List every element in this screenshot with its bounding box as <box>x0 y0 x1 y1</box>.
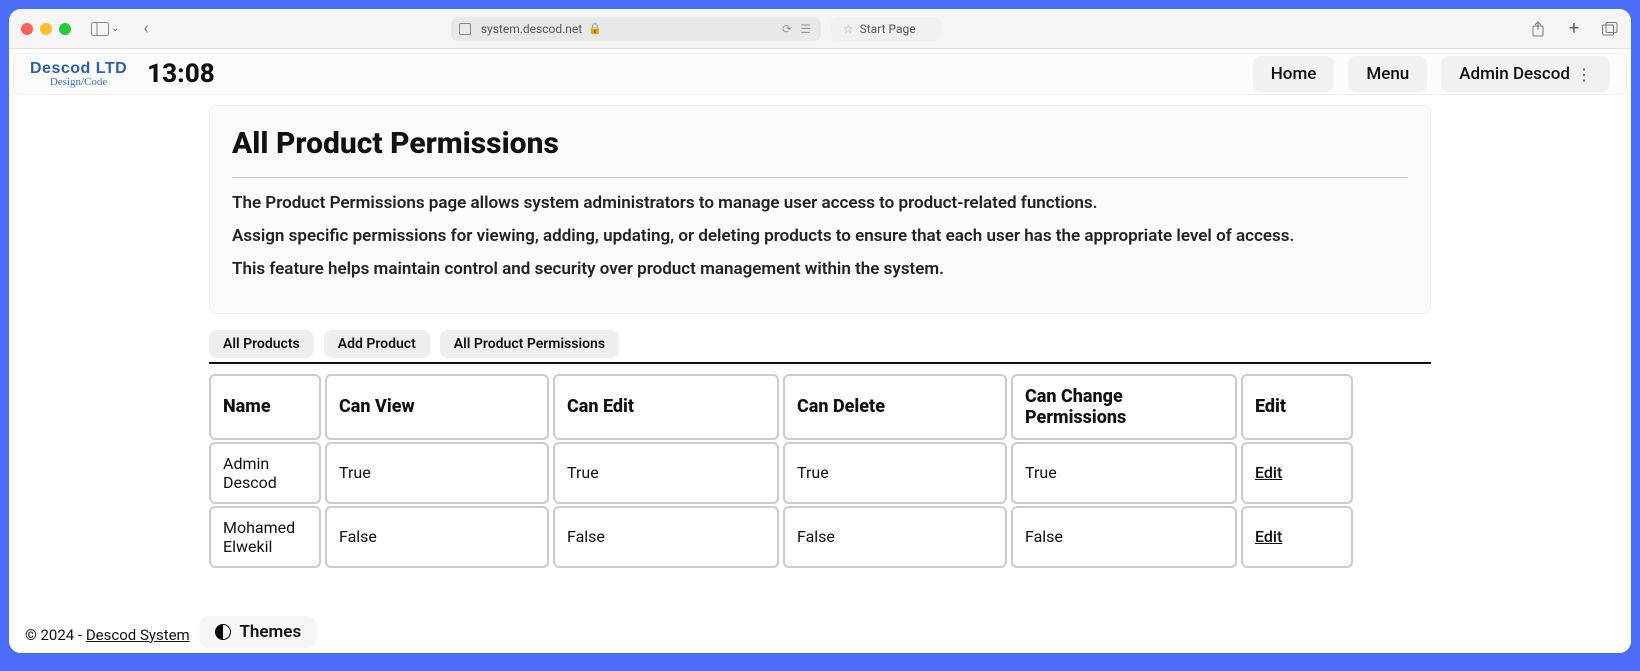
table-row: Admin Descod True True True True Edit <box>209 442 1431 504</box>
browser-toolbar: ⌄ ‹ system.descod.net 🔒 ⟳ ☰ ☆ Start Page <box>9 9 1631 49</box>
refresh-icon[interactable]: ⟳ <box>782 22 792 36</box>
share-icon[interactable] <box>1529 20 1547 38</box>
start-page-tab[interactable]: ☆ Start Page <box>831 17 941 41</box>
nav-user[interactable]: Admin Descod ⋮ <box>1441 56 1610 92</box>
back-button[interactable]: ‹ <box>139 17 152 41</box>
edit-link[interactable]: Edit <box>1255 527 1282 546</box>
nav-home[interactable]: Home <box>1253 56 1335 92</box>
tab-divider <box>209 362 1431 364</box>
intro-paragraph-1: The Product Permissions page allows syst… <box>232 192 1408 215</box>
intro-paragraph-3: This feature helps maintain control and … <box>232 258 1408 281</box>
themes-label: Themes <box>239 622 301 642</box>
chevron-down-icon: ⌄ <box>111 23 119 34</box>
new-tab-icon[interactable]: + <box>1565 20 1583 38</box>
url-text: system.descod.net <box>481 22 582 36</box>
col-action: Edit <box>1241 374 1353 440</box>
intro-paragraph-2: Assign specific permissions for viewing,… <box>232 225 1408 248</box>
cell-change: True <box>1011 442 1237 504</box>
cell-view: True <box>325 442 549 504</box>
col-edit: Can Edit <box>553 374 779 440</box>
close-window-icon[interactable] <box>21 23 33 35</box>
table-header-row: Name Can View Can Edit Can Delete Can Ch… <box>209 374 1431 440</box>
col-delete: Can Delete <box>783 374 1007 440</box>
permissions-table: Name Can View Can Edit Can Delete Can Ch… <box>209 374 1431 568</box>
logo[interactable]: Descod LTD Design/Code <box>30 61 127 88</box>
more-icon: ⋮ <box>1576 65 1592 84</box>
maximize-window-icon[interactable] <box>59 23 71 35</box>
col-name: Name <box>209 374 321 440</box>
cell-name: Admin Descod <box>209 442 321 504</box>
themes-button[interactable]: Themes <box>199 616 317 648</box>
tab-overview-icon[interactable] <box>1601 20 1619 38</box>
theme-icon <box>215 624 231 640</box>
tab-add-product[interactable]: Add Product <box>324 330 430 358</box>
nav-menu[interactable]: Menu <box>1348 56 1427 92</box>
divider <box>232 177 1408 178</box>
window-controls <box>21 23 71 35</box>
tab-all-products[interactable]: All Products <box>209 330 314 358</box>
logo-title: Descod LTD <box>30 61 127 77</box>
footer-copy: © 2024 - <box>25 626 86 644</box>
clock: 13:08 <box>147 59 215 89</box>
col-view: Can View <box>325 374 549 440</box>
nav-user-label: Admin Descod <box>1459 64 1570 84</box>
col-change: Can Change Permissions <box>1011 374 1237 440</box>
cell-delete: False <box>783 506 1007 568</box>
logo-subtitle: Design/Code <box>30 77 127 88</box>
address-bar[interactable]: system.descod.net 🔒 ⟳ ☰ <box>451 17 821 41</box>
sidebar-toggle-icon[interactable]: ⌄ <box>87 17 123 41</box>
app-header: Descod LTD Design/Code 13:08 Home Menu A… <box>13 53 1627 95</box>
lock-icon: 🔒 <box>588 22 602 35</box>
intro-panel: All Product Permissions The Product Perm… <box>209 105 1431 314</box>
minimize-window-icon[interactable] <box>40 23 52 35</box>
cell-action: Edit <box>1241 442 1353 504</box>
edit-link[interactable]: Edit <box>1255 463 1282 482</box>
tab-all-permissions[interactable]: All Product Permissions <box>440 330 619 358</box>
page-title: All Product Permissions <box>232 126 1408 161</box>
cell-edit: False <box>553 506 779 568</box>
cell-delete: True <box>783 442 1007 504</box>
table-row: Mohamed Elwekil False False False False … <box>209 506 1431 568</box>
cell-edit: True <box>553 442 779 504</box>
start-page-label: Start Page <box>860 22 916 36</box>
site-settings-icon[interactable] <box>459 23 471 35</box>
tab-row: All Products Add Product All Product Per… <box>209 330 1431 358</box>
footer: © 2024 - Descod System Themes <box>9 568 1631 648</box>
cell-change: False <box>1011 506 1237 568</box>
star-icon: ☆ <box>843 22 854 36</box>
cell-name: Mohamed Elwekil <box>209 506 321 568</box>
cell-view: False <box>325 506 549 568</box>
cell-action: Edit <box>1241 506 1353 568</box>
footer-link[interactable]: Descod System <box>86 626 190 644</box>
reader-icon[interactable]: ☰ <box>800 22 811 36</box>
